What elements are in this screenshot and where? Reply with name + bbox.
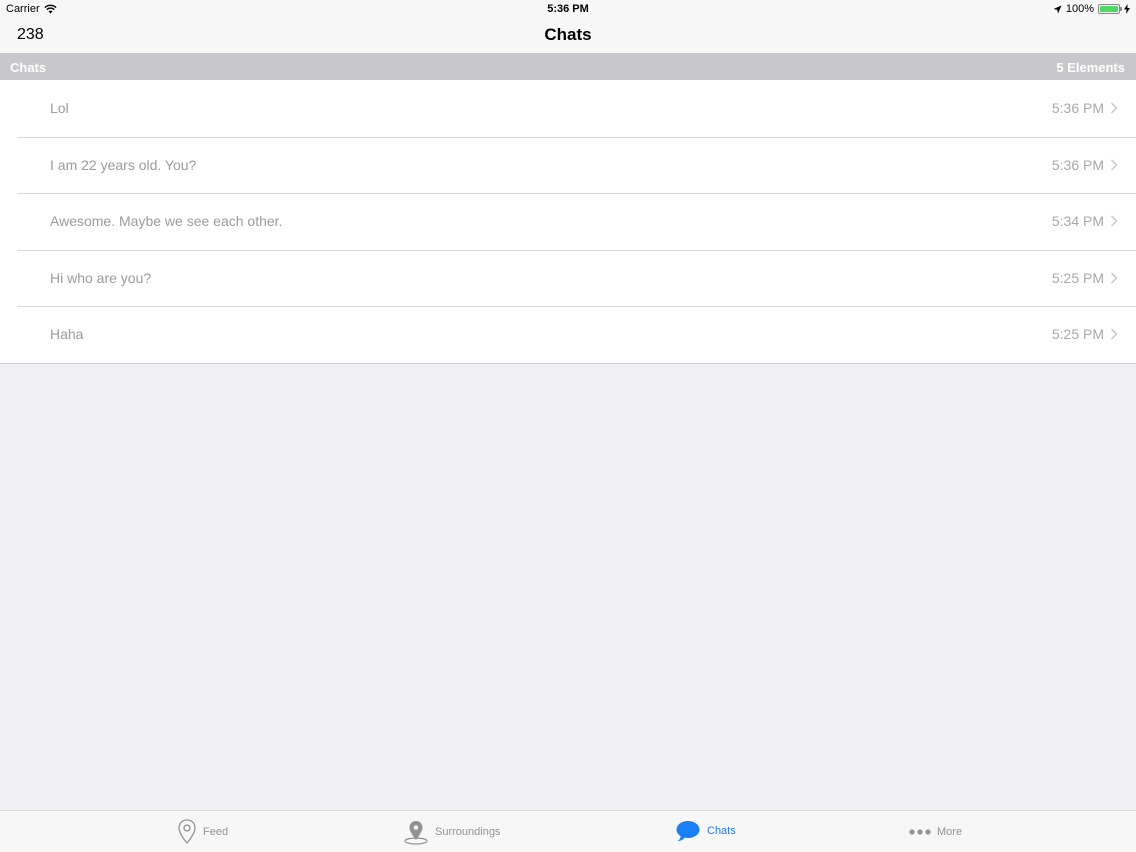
tab-label: Surroundings bbox=[435, 826, 501, 838]
chat-row[interactable]: Haha 5:25 PM bbox=[0, 306, 1136, 363]
tab-surroundings[interactable]: Surroundings bbox=[403, 819, 500, 845]
section-count: 5 Elements bbox=[1056, 60, 1125, 75]
tab-chats[interactable]: Chats bbox=[675, 819, 736, 843]
tab-more[interactable]: More bbox=[909, 819, 962, 845]
location-arrow-icon bbox=[1053, 5, 1062, 13]
map-pin-outline-icon bbox=[178, 819, 196, 844]
chat-bubble-icon bbox=[676, 821, 700, 841]
chat-row[interactable]: Awesome. Maybe we see each other. 5:34 P… bbox=[0, 193, 1136, 250]
tab-label: More bbox=[937, 826, 963, 838]
chat-timestamp: 5:25 PM bbox=[1051, 269, 1104, 286]
chat-message-preview: Awesome. Maybe we see each other. bbox=[50, 213, 283, 229]
status-time: 5:36 PM bbox=[547, 3, 589, 15]
battery-percent: 100% bbox=[1065, 3, 1094, 15]
tab-label: Chats bbox=[707, 825, 736, 837]
chat-row[interactable]: Lol 5:36 PM bbox=[0, 80, 1136, 137]
chat-row[interactable]: Hi who are you? 5:25 PM bbox=[0, 249, 1136, 307]
chat-list: Lol 5:36 PM I am 22 years old. You? 5:36… bbox=[0, 80, 1136, 364]
chat-row[interactable]: I am 22 years old. You? 5:36 PM bbox=[0, 136, 1136, 194]
charging-bolt-icon bbox=[1124, 4, 1130, 14]
navigation-bar: 238 Chats bbox=[0, 18, 1136, 53]
more-dots-icon bbox=[909, 829, 931, 835]
tab-bar: Feed Surroundings Chats More bbox=[0, 810, 1136, 852]
chevron-right-icon bbox=[1110, 328, 1118, 340]
chat-message-preview: I am 22 years old. You? bbox=[50, 156, 197, 173]
chat-timestamp: 5:25 PM bbox=[1051, 326, 1104, 342]
tab-feed[interactable]: Feed bbox=[177, 819, 228, 845]
tab-label: Feed bbox=[203, 826, 229, 838]
status-right: 100% bbox=[1053, 3, 1130, 15]
chat-message-preview: Lol bbox=[50, 100, 69, 116]
chat-message-preview: Hi who are you? bbox=[50, 269, 152, 286]
chevron-right-icon bbox=[1110, 271, 1118, 284]
section-header: Chats 5 Elements bbox=[0, 53, 1136, 80]
chevron-right-icon bbox=[1110, 102, 1118, 114]
chat-timestamp: 5:34 PM bbox=[1051, 213, 1104, 229]
chat-timestamp: 5:36 PM bbox=[1051, 100, 1104, 116]
section-title: Chats bbox=[10, 60, 47, 75]
status-bar: Carrier 5:36 PM 100% bbox=[0, 0, 1136, 18]
battery-level bbox=[1100, 6, 1118, 12]
battery-icon bbox=[1098, 4, 1122, 14]
chevron-right-icon bbox=[1110, 158, 1118, 171]
chat-timestamp: 5:36 PM bbox=[1051, 156, 1104, 173]
page-title: Chats bbox=[544, 25, 592, 44]
chat-message-preview: Haha bbox=[50, 326, 84, 342]
chevron-right-icon bbox=[1110, 215, 1118, 227]
location-pin-icon bbox=[404, 821, 428, 845]
